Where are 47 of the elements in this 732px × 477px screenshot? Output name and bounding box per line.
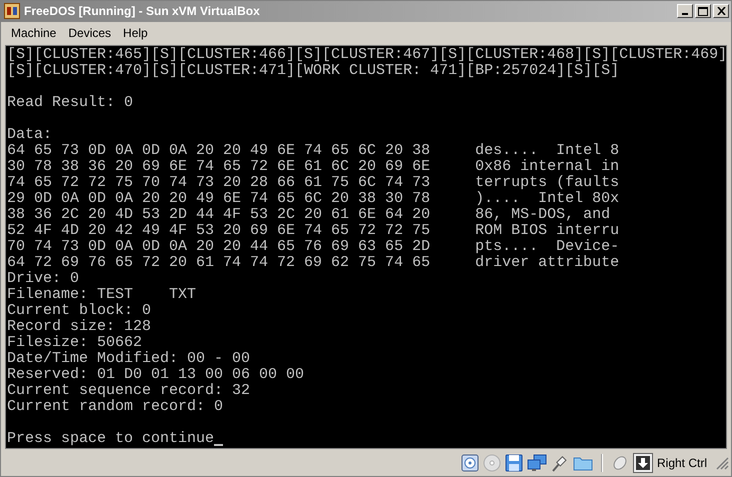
window-title: FreeDOS [Running] - Sun xVM VirtualBox	[24, 4, 261, 18]
console-text: Press space to continue	[7, 430, 214, 447]
hex-bytes: 64 65 73 0D 0A 0D 0A 20 20 49 6E 74 65 6C 20 38	[7, 142, 432, 159]
console-text: Filesize: 50662	[7, 334, 142, 351]
folder-icon[interactable]	[572, 454, 593, 471]
menu-item[interactable]: Machine	[5, 24, 62, 42]
usb-plug-icon[interactable]	[550, 454, 569, 472]
console-text: Filename: TEST TXT	[7, 286, 196, 303]
ascii-text: driver attribute	[475, 254, 620, 271]
ascii-text: 0x86 internal in	[475, 158, 620, 175]
console-text: Record size: 128	[7, 318, 152, 335]
hex-bytes: 29 0D 0A 0D 0A 20 20 49 6E 74 65 6C 20 38 30 78	[7, 190, 432, 207]
hex-bytes: 70 74 73 0D 0A 0D 0A 20 20 44 65 76 69 63 65 2D	[7, 238, 432, 255]
console-text: Current block: 0	[7, 302, 152, 319]
menu-item[interactable]: Help	[117, 24, 154, 42]
menu-item[interactable]: Devices	[62, 24, 118, 42]
ascii-text: terrupts (faults	[475, 174, 620, 191]
maximize-button[interactable]	[695, 4, 711, 18]
ascii-text: des.... Intel 8	[475, 142, 620, 159]
ascii-text: ROM BIOS interru	[475, 222, 620, 239]
close-button[interactable]	[713, 4, 729, 18]
ascii-text: pts.... Device-	[475, 238, 620, 255]
ascii-text: 86, MS-DOS, and	[475, 206, 610, 223]
ascii-text: ).... Intel 80x	[475, 190, 620, 207]
hex-bytes: 52 4F 4D 20 42 49 4F 53 20 69 6E 74 65 72 72 75	[7, 222, 432, 239]
floppy-icon[interactable]	[504, 454, 523, 472]
hex-bytes: 64 72 69 76 65 72 20 61 74 74 72 69 62 75 74 65	[7, 254, 432, 271]
console-text: Reserved: 01 D0 01 13 00 06 00 00	[7, 366, 304, 383]
hex-bytes: 30 78 38 36 20 69 6E 74 65 72 6E 61 6C 20 69 6E	[7, 158, 432, 175]
hex-bytes: 74 65 72 72 75 70 74 73 20 28 66 61 75 6C 74 73	[7, 174, 432, 191]
console-text: Current sequence record: 32	[7, 382, 250, 399]
console-text: Drive: 0	[7, 270, 80, 287]
console-text: Read Result: 0	[7, 94, 134, 111]
console-text: Current random record: 0	[7, 398, 224, 415]
host-key-label: Right Ctrl	[656, 456, 707, 470]
maximize-icon	[698, 6, 708, 16]
resize-grip-icon[interactable]	[715, 456, 729, 470]
console-text: [S][CLUSTER:465][S][CLUSTER:466][S][CLUSTER:467][S][CLUSTER:468][S][CLUSTER:469]	[7, 46, 726, 63]
app-icon	[4, 3, 20, 20]
minimize-button[interactable]	[677, 4, 693, 18]
console-text: Data:	[7, 126, 52, 143]
down-arrow-icon[interactable]	[632, 452, 653, 473]
console-text: Date/Time Modified: 00 - 00	[7, 350, 250, 367]
close-icon	[716, 7, 726, 16]
console-text: [S][CLUSTER:470][S][CLUSTER:471][WORK CLUSTER: 471][BP:257024][S][S]	[7, 62, 620, 79]
network-icon[interactable]	[526, 454, 547, 472]
hex-bytes: 38 36 2C 20 4D 53 2D 44 4F 53 2C 20 61 6E 64 20	[7, 206, 432, 223]
